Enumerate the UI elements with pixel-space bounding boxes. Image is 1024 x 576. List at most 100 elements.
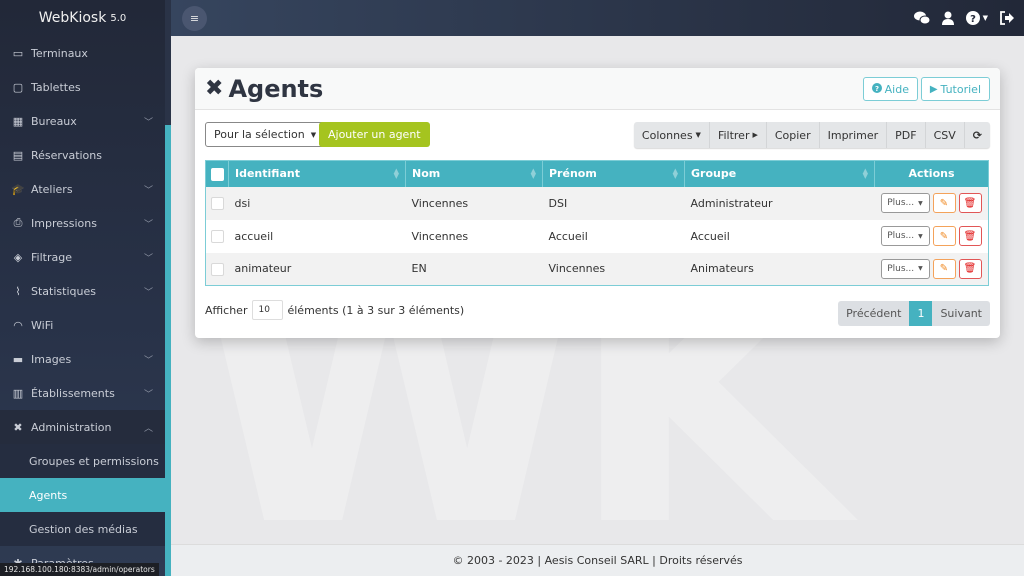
sidebar-item-wifi[interactable]: ◠ WiFi (0, 308, 165, 342)
sidebar-item-administration[interactable]: ✖ Administration ︿ (0, 410, 165, 444)
logout-icon[interactable] (1000, 11, 1014, 25)
cell-groupe: Administrateur (684, 186, 875, 220)
chevron-down-icon: ﹀ (143, 117, 153, 128)
caret-down-icon: ▼ (695, 131, 701, 139)
table-row: accueil Vincennes Accueil Accueil Plus... ▼ ✎ 🗑 (205, 219, 989, 253)
wifi-icon: ◠ (13, 318, 23, 332)
delete-button[interactable]: 🗑 (958, 258, 982, 279)
cell-groupe: Accueil (684, 219, 875, 253)
hamburger-icon: ≡ (189, 12, 200, 25)
table-row: animateur EN Vincennes Animateurs Plus... ▼ ✎ 🗑 (205, 252, 989, 286)
bulk-selection-dropdown[interactable]: Pour la sélection ▼ (205, 122, 326, 147)
pencil-icon: ✎ (939, 263, 949, 275)
shield-icon: ◈ (13, 250, 23, 264)
sidebar-subitem-agents[interactable]: Agents (0, 478, 165, 512)
chevron-down-icon: ﹀ (143, 185, 153, 196)
sidebar-item-tablettes[interactable]: ▢ Tablettes (0, 70, 165, 104)
brand-logo[interactable]: WebKiosk 5.0 (0, 0, 165, 36)
sidebar-item-reservations[interactable]: ▤ Réservations (0, 138, 165, 172)
column-header-nom[interactable]: Nom ▲ ▼ (405, 160, 543, 187)
menu-toggle-button[interactable]: ≡ (182, 6, 207, 31)
sidebar-subitem-groupes-et-permissions[interactable]: Groupes et permissions (0, 444, 165, 478)
sidebar-item-label: Bureaux (31, 114, 77, 128)
csv-button[interactable]: CSV (926, 122, 965, 148)
table-row: dsi Vincennes DSI Administrateur Plus... ▼ ✎ 🗑 (205, 186, 989, 220)
calendar-icon: ▤ (12, 148, 24, 162)
laptop-icon: ▭ (12, 46, 24, 60)
sidebar-item-bureaux[interactable]: ▦ Bureaux ﹀ (0, 104, 165, 138)
page-length-select[interactable]: 10 (252, 300, 284, 320)
sidebar: WebKiosk 5.0 ▭ Terminaux ▢ Tablettes ▦ Bureau… (0, 0, 165, 576)
sidebar-item-terminaux[interactable]: ▭ Terminaux (0, 36, 165, 70)
pagination: Précédent 1 Suivant (838, 301, 990, 326)
sidebar-item-statistiques[interactable]: ⌇ Statistiques ﹀ (0, 274, 165, 308)
building-icon: ▥ (12, 386, 24, 400)
delete-button[interactable]: 🗑 (958, 193, 982, 213)
next-page-button[interactable]: Suivant (932, 301, 990, 326)
filter-button[interactable]: Filtrer ▶ (710, 122, 767, 148)
more-actions-dropdown[interactable]: Plus... ▼ (880, 193, 930, 213)
sidebar-subitem-gestion-des-medias[interactable]: Gestion des médias (0, 512, 165, 546)
sidebar-item-label: WiFi (31, 318, 54, 332)
edit-button[interactable]: ✎ (932, 258, 956, 279)
status-bar-url: 192.168.100.180:8383/admin/operators (0, 563, 159, 576)
cell-identifiant: dsi (228, 186, 406, 220)
graduation-cap-icon: 🎓 (11, 182, 25, 196)
sidebar-item-images[interactable]: ▬ Images ﹀ (0, 342, 165, 376)
agents-card: ✖ Agents ? Aide ▶ Tutoriel Pour la sélec… (195, 68, 1000, 338)
caret-down-icon: ▼ (918, 232, 923, 240)
edit-button[interactable]: ✎ (932, 226, 956, 246)
chevron-down-icon: ﹀ (143, 253, 153, 264)
sort-icon: ▲ ▼ (862, 167, 868, 180)
add-agent-button[interactable]: Ajouter un agent (319, 122, 430, 147)
server-icon: ▬ (12, 352, 24, 366)
row-checkbox[interactable] (211, 229, 224, 243)
page-1-button[interactable]: 1 (909, 301, 933, 326)
chevron-down-icon: ﹀ (143, 389, 153, 400)
sidebar-item-filtrage[interactable]: ◈ Filtrage ﹀ (0, 240, 165, 274)
columns-button[interactable]: Colonnes ▼ (634, 122, 710, 148)
page-title: ✖ Agents (205, 74, 324, 103)
brand-version: 5.0 (110, 12, 127, 24)
table-info: éléments (1 à 3 sur 3 éléments) (287, 303, 465, 317)
tutorial-button[interactable]: ▶ Tutoriel (920, 77, 990, 101)
delete-button[interactable]: 🗑 (958, 226, 982, 246)
page-footer: © 2003 - 2023 | Aesis Conseil SARL | Dro… (171, 544, 1024, 576)
sidebar-item-label: Filtrage (31, 250, 72, 264)
sidebar-item-etablissements[interactable]: ▥ Établissements ﹀ (0, 376, 165, 410)
help-button[interactable]: ? Aide (862, 77, 918, 101)
cell-prenom: Accueil (542, 219, 685, 253)
caret-down-icon: ▼ (918, 199, 923, 207)
more-actions-dropdown[interactable]: Plus... ▼ (880, 226, 930, 246)
row-checkbox[interactable] (211, 262, 224, 276)
previous-page-button[interactable]: Précédent (838, 301, 909, 326)
user-icon[interactable] (941, 11, 954, 25)
sidebar-item-impressions[interactable]: ⎙ Impressions ﹀ (0, 206, 165, 240)
sidebar-item-label: Établissements (31, 386, 115, 400)
column-header-groupe[interactable]: Groupe ▲ ▼ (684, 160, 875, 187)
refresh-icon: ⟳ (972, 128, 982, 142)
refresh-button[interactable]: ⟳ (965, 122, 990, 148)
cell-nom: Vincennes (405, 186, 543, 220)
chevron-down-icon: ﹀ (143, 219, 153, 230)
caret-down-icon: ▼ (918, 265, 923, 273)
tools-icon: ✖ (205, 76, 224, 101)
tools-icon: ✖ (13, 420, 23, 434)
print-button[interactable]: Imprimer (820, 122, 888, 148)
sidebar-item-ateliers[interactable]: 🎓 Ateliers ﹀ (0, 172, 165, 206)
cell-identifiant: animateur (228, 252, 406, 286)
select-all-checkbox[interactable] (211, 167, 224, 181)
chevron-up-icon: ︿ (143, 423, 153, 434)
sidebar-nav: ▭ Terminaux ▢ Tablettes ▦ Bureaux ﹀ ▤ Réservatio… (0, 36, 165, 576)
cell-prenom: DSI (542, 186, 685, 220)
pdf-button[interactable]: PDF (887, 122, 926, 148)
chat-icon[interactable] (913, 11, 930, 25)
row-checkbox[interactable] (211, 196, 224, 210)
copy-button[interactable]: Copier (767, 122, 820, 148)
cell-identifiant: accueil (228, 219, 406, 253)
more-actions-dropdown[interactable]: Plus... ▼ (880, 258, 930, 279)
column-header-identifiant[interactable]: Identifiant ▲ ▼ (228, 160, 406, 187)
edit-button[interactable]: ✎ (932, 193, 956, 213)
column-header-prenom[interactable]: Prénom ▲ ▼ (542, 160, 685, 187)
help-menu[interactable]: ? ▼ (965, 11, 988, 25)
